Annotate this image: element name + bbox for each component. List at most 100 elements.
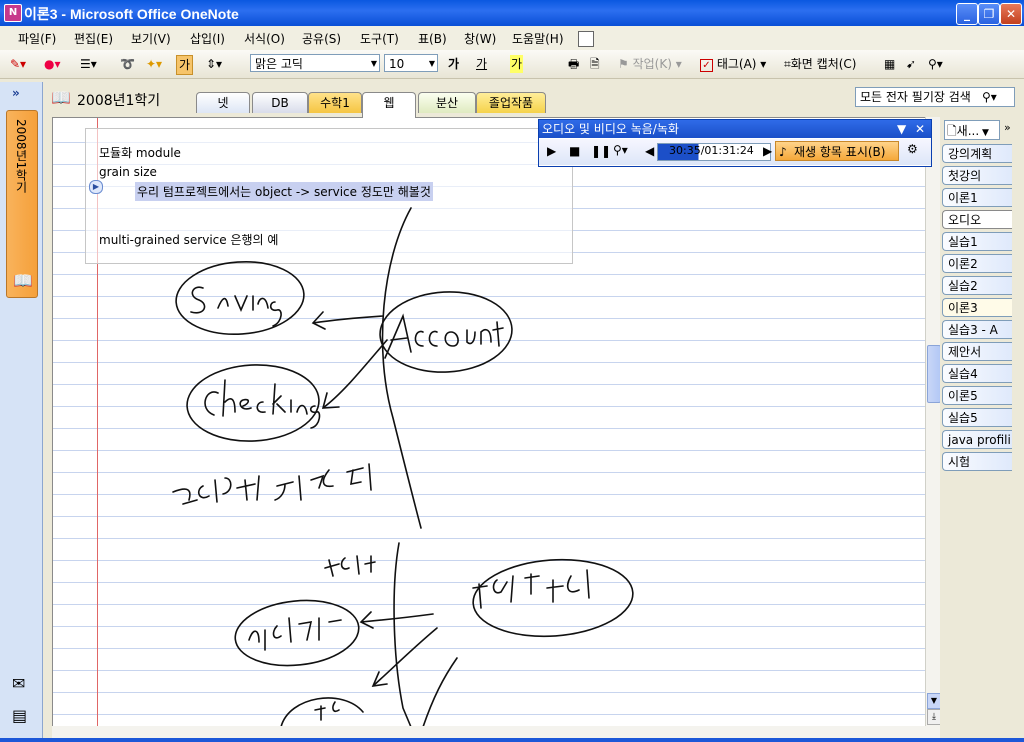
- task-flag-button[interactable]: ⚑ 작업(K) ▾: [618, 55, 682, 73]
- panel-close-icon[interactable]: ✕: [915, 120, 925, 138]
- send-icon[interactable]: ➹: [906, 55, 916, 73]
- lasso-icon[interactable]: ➰: [120, 55, 135, 73]
- section-tab-graduation[interactable]: 졸업작품: [476, 92, 546, 113]
- title-bar: N 이론3 - Microsoft Office OneNote _ ❐ ✕: [0, 0, 1024, 26]
- note-page[interactable]: 모듈화 module grain size ▶ 우리 텀프로젝트에서는 obje…: [52, 117, 927, 728]
- pen-icon[interactable]: ✎▾: [10, 55, 26, 73]
- section-tab-math1[interactable]: 수학1: [308, 92, 362, 113]
- menu-view[interactable]: 보기(V): [131, 30, 171, 47]
- menu-share[interactable]: 공유(S): [302, 30, 341, 47]
- taskbar-strip: [0, 738, 1024, 742]
- menu-table[interactable]: 표(B): [418, 30, 447, 47]
- font-size-select[interactable]: 10 ▼: [384, 54, 438, 72]
- fast-forward-icon[interactable]: ▶: [763, 144, 772, 158]
- page-tab[interactable]: 첫강의: [942, 166, 1012, 185]
- onenote-app-icon[interactable]: N: [4, 4, 22, 22]
- scroll-down-icon[interactable]: ▼: [927, 693, 941, 709]
- page-tab[interactable]: java profili: [942, 430, 1012, 449]
- menu-file[interactable]: 파일(F): [18, 30, 56, 47]
- research-icon[interactable]: ⚲▾: [928, 55, 943, 73]
- new-page-button[interactable]: 🗋새... ▼: [944, 120, 1000, 140]
- search-audio-icon[interactable]: ⚲▾: [613, 143, 628, 157]
- close-icon[interactable]: ✕: [1000, 3, 1022, 25]
- page-tab[interactable]: 이론1: [942, 188, 1012, 207]
- font-name-select[interactable]: 맑은 고딕 ▼: [250, 54, 380, 72]
- highlight-button[interactable]: 가: [510, 55, 524, 73]
- page-tab[interactable]: 실습2: [942, 276, 1012, 295]
- expand-nav-icon[interactable]: »: [12, 86, 20, 100]
- insert-space-icon[interactable]: ⇕▾: [206, 55, 222, 73]
- chevron-down-icon: ▼: [370, 59, 377, 68]
- new-page-icon: 🗋: [947, 124, 957, 138]
- menu-edit[interactable]: 편집(E): [74, 30, 113, 47]
- tag-label: 태그(A): [716, 57, 757, 71]
- font-color-icon[interactable]: ●▾: [44, 55, 61, 73]
- panel-menu-icon[interactable]: ▼: [897, 120, 906, 138]
- line-style-icon[interactable]: ☰▾: [80, 55, 97, 73]
- page-tab[interactable]: 이론2: [942, 254, 1012, 273]
- page-tab[interactable]: 제안서: [942, 342, 1012, 361]
- scroll-thumb[interactable]: [927, 345, 941, 403]
- screen-clip-button[interactable]: ⌗화면 캡처(C): [784, 55, 856, 73]
- unfiled-notes-icon[interactable]: ✉: [12, 674, 25, 693]
- ink-drawing[interactable]: [53, 118, 926, 727]
- menu-format[interactable]: 서식(O): [244, 30, 285, 47]
- vertical-scrollbar[interactable]: ▼ ⤓: [925, 117, 941, 726]
- print-preview-icon[interactable]: 🗎: [590, 55, 600, 73]
- horizontal-scrollbar[interactable]: [52, 726, 940, 738]
- menu-bar: 파일(F) 편집(E) 보기(V) 삽입(I) 서식(O) 공유(S) 도구(T…: [0, 26, 1024, 51]
- play-icon[interactable]: ▶: [547, 144, 556, 158]
- stop-icon[interactable]: ■: [569, 144, 580, 158]
- pause-icon[interactable]: ❚❚: [591, 144, 611, 158]
- audio-panel-title: 오디오 및 비디오 녹음/녹화: [542, 122, 679, 136]
- menu-window[interactable]: 창(W): [464, 30, 496, 47]
- audio-panel-controls: ▶ ■ ❚❚ ⚲▾ ◀ 30:35/01:31:24 ▶ ♪ 재생 항목 표시(…: [539, 139, 931, 165]
- table-icon[interactable]: ▦: [884, 55, 895, 73]
- ink-bottom-branch: [422, 657, 458, 727]
- ink-account-ellipse: [379, 291, 513, 373]
- menu-insert[interactable]: 삽입(I): [190, 30, 225, 47]
- stack-icon[interactable]: ▤: [12, 706, 27, 725]
- notebook-icon: 📖: [51, 88, 71, 107]
- page-icon[interactable]: ⤓: [927, 709, 941, 725]
- section-tab-distributed[interactable]: 분산: [418, 92, 476, 113]
- eraser-icon[interactable]: ✦▾: [146, 55, 162, 73]
- menu-help[interactable]: 도움말(H): [512, 30, 564, 47]
- page-tab[interactable]: 실습5: [942, 408, 1012, 427]
- menu-tools[interactable]: 도구(T): [360, 30, 399, 47]
- rewind-icon[interactable]: ◀: [645, 144, 654, 158]
- see-playback-button[interactable]: ♪ 재생 항목 표시(B): [775, 141, 899, 161]
- minimize-icon[interactable]: _: [956, 3, 978, 25]
- page-tab[interactable]: 실습1: [942, 232, 1012, 251]
- section-tab-net[interactable]: 넷: [196, 92, 250, 113]
- type-mode-icon[interactable]: 가: [176, 55, 194, 75]
- notebook-icon: 📖: [13, 271, 33, 290]
- ink-arrow-to-saving: [311, 311, 384, 330]
- section-tab-db[interactable]: DB: [252, 92, 308, 113]
- bold-button[interactable]: 가: [448, 55, 459, 73]
- search-icon[interactable]: ⚲▾: [982, 88, 997, 106]
- ink-korean-note-2: [274, 463, 372, 501]
- chevron-down-icon: ▼: [428, 59, 435, 68]
- audio-options-icon[interactable]: ⚙: [907, 142, 918, 156]
- restore-doc-icon[interactable]: [578, 31, 594, 47]
- page-tab[interactable]: 이론5: [942, 386, 1012, 405]
- page-tab[interactable]: 오디오: [942, 210, 1012, 229]
- search-box[interactable]: 모든 전자 필기장 검색 ⚲▾: [855, 87, 1015, 107]
- ink-korean-title: [324, 555, 376, 577]
- print-icon[interactable]: 🖶: [568, 55, 579, 73]
- page-tab[interactable]: 강의계획: [942, 144, 1012, 163]
- section-tab-web[interactable]: 웹: [362, 92, 416, 118]
- page-tab[interactable]: 시험: [942, 452, 1012, 471]
- tag-button[interactable]: ✓ 태그(A) ▾: [700, 55, 766, 73]
- restore-icon[interactable]: ❐: [978, 3, 1000, 25]
- audio-video-recording-toolbar: 오디오 및 비디오 녹음/녹화 ▼ ✕ ▶ ■ ❚❚ ⚲▾ ◀ 30:35/01…: [538, 119, 932, 167]
- ink-securities-text: [472, 569, 590, 609]
- underline-button[interactable]: 가: [476, 55, 487, 73]
- page-tab[interactable]: 실습3 - A: [942, 320, 1012, 339]
- notebook-tab[interactable]: 2008년1학기 📖: [6, 110, 38, 298]
- page-tab[interactable]: 이론3: [942, 298, 1012, 317]
- page-tab[interactable]: 실습4: [942, 364, 1012, 383]
- window-title: 이론3 - Microsoft Office OneNote: [24, 6, 239, 22]
- page-tabs-collapse-icon[interactable]: »: [1004, 121, 1011, 134]
